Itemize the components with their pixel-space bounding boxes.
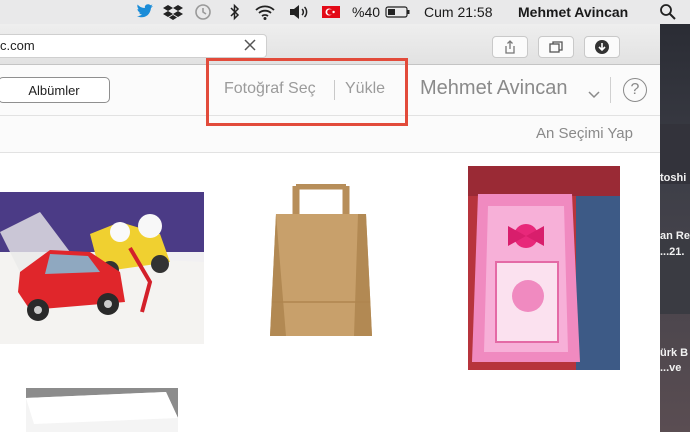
time-machine-icon[interactable] bbox=[193, 0, 213, 24]
tabs-overview-button[interactable] bbox=[538, 36, 574, 58]
background-window: toshi an Res ...21. ürk B ...ve bbox=[658, 24, 690, 432]
background-text-2: an Res bbox=[660, 230, 690, 242]
share-icon bbox=[505, 40, 515, 54]
clear-address-icon[interactable] bbox=[242, 37, 258, 53]
moment-select-link[interactable]: An Seçimi Yap bbox=[536, 125, 633, 142]
help-button[interactable]: ? bbox=[623, 78, 647, 102]
dropbox-icon[interactable] bbox=[163, 0, 183, 24]
spotlight-icon[interactable] bbox=[658, 0, 678, 24]
background-text-5: ...ve bbox=[660, 362, 682, 374]
highlight-annotation-box bbox=[206, 58, 408, 126]
subbar-bottom-border bbox=[0, 152, 660, 153]
photo-thumbnail-cars[interactable] bbox=[0, 192, 204, 344]
account-name[interactable]: Mehmet Avincan bbox=[420, 77, 568, 100]
wifi-icon[interactable] bbox=[254, 0, 276, 24]
menubar-user[interactable]: Mehmet Avincan bbox=[518, 0, 628, 24]
twitter-icon[interactable] bbox=[134, 0, 154, 24]
battery-percent: %40 bbox=[352, 4, 381, 20]
downloads-icon bbox=[595, 40, 609, 54]
tabs-overview-icon bbox=[549, 41, 563, 53]
browser-window: c.com Albümler Fotoğraf Seç Yükle Mehmet… bbox=[0, 24, 660, 432]
address-bar[interactable]: c.com bbox=[0, 34, 267, 58]
bluetooth-icon[interactable] bbox=[228, 0, 242, 24]
photo-thumbnail-box[interactable] bbox=[26, 388, 178, 432]
menu-bar: %40 Cum 21:58 Mehmet Avincan bbox=[0, 0, 690, 25]
background-text-3: ...21. bbox=[660, 246, 685, 258]
volume-icon[interactable] bbox=[287, 0, 311, 24]
turkish-flag-icon[interactable] bbox=[321, 0, 341, 24]
header-divider bbox=[610, 77, 611, 103]
address-text: c.com bbox=[0, 38, 35, 53]
battery-icon[interactable] bbox=[385, 0, 411, 24]
downloads-button[interactable] bbox=[584, 36, 620, 58]
chevron-down-icon[interactable] bbox=[588, 86, 600, 104]
background-text-4: ürk B bbox=[660, 347, 689, 359]
share-button[interactable] bbox=[492, 36, 528, 58]
menubar-clock[interactable]: Cum 21:58 bbox=[424, 0, 492, 24]
photo-thumbnail-pink-bag[interactable] bbox=[468, 166, 620, 370]
background-text-1: toshi bbox=[660, 172, 687, 184]
photo-thumbnail-paper-bag[interactable] bbox=[262, 184, 380, 342]
albums-button[interactable]: Albümler bbox=[0, 77, 110, 103]
